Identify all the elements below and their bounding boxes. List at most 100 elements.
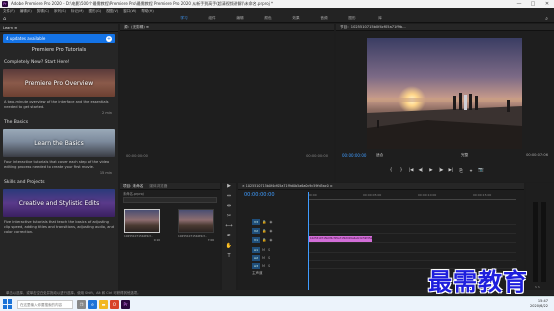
track-header-v2[interactable]: V2 🔒 ◉: [252, 227, 312, 234]
task-view-icon[interactable]: ❐: [77, 299, 86, 309]
extract-icon[interactable]: ⌖: [466, 168, 476, 174]
sequence-tab[interactable]: × 1025510715b0f4cf05a71f9d0b5a6a0c9c59fd…: [238, 183, 524, 190]
solo-icon[interactable]: S: [268, 248, 270, 252]
menu-view[interactable]: 视图(V): [106, 9, 118, 14]
track-lane[interactable]: [308, 227, 516, 234]
learn-panel-tab[interactable]: Learn ≡: [3, 26, 17, 30]
program-timecode[interactable]: 00:00:00:00: [342, 153, 366, 158]
premiere-taskbar-icon[interactable]: Pr: [121, 299, 130, 309]
menu-file[interactable]: 文件(F): [3, 9, 15, 14]
resolution-dropdown[interactable]: 完整: [461, 153, 468, 158]
solo-icon[interactable]: S: [268, 264, 270, 268]
track-label: V2: [252, 227, 260, 234]
track-header-v3[interactable]: V3 🔒 ◉: [252, 218, 312, 225]
zoom-fit-dropdown[interactable]: 适合: [376, 153, 383, 158]
time-ruler[interactable]: 00:00 00:00:05:00 00:00:10:00 00:00:15:0…: [308, 192, 516, 200]
taskbar-search-input[interactable]: 在这里输入你要搜索的内容: [17, 299, 73, 309]
search-icon[interactable]: ⌕: [545, 16, 548, 22]
menu-graphics[interactable]: 图形(G): [89, 9, 101, 14]
edge-browser-icon[interactable]: e: [88, 299, 97, 309]
project-tab[interactable]: 项目: 未命名: [123, 184, 143, 188]
minimize-button[interactable]: —: [512, 1, 526, 7]
slip-tool-icon[interactable]: ⟷: [222, 223, 236, 233]
project-clip[interactable]: 1025510715b0f4cf... 0:16: [124, 209, 160, 242]
track-lane[interactable]: [308, 254, 516, 261]
step-forward-icon[interactable]: |▶: [436, 168, 446, 174]
workspace-tab-libraries[interactable]: 库: [366, 16, 394, 21]
play-icon[interactable]: ▶: [426, 168, 436, 174]
eye-icon[interactable]: ◉: [269, 238, 272, 242]
workspace-tab-effects[interactable]: 效果: [282, 16, 310, 21]
go-to-in-icon[interactable]: |◀: [406, 168, 416, 174]
lock-icon[interactable]: 🔒: [262, 229, 266, 233]
mute-icon[interactable]: M: [262, 248, 265, 252]
plus-icon[interactable]: +: [106, 35, 112, 42]
maximize-button[interactable]: □: [526, 1, 540, 7]
hand-tool-icon[interactable]: ✋: [222, 243, 236, 253]
ruler-label: 00:00: [308, 193, 317, 197]
export-frame-icon[interactable]: 📷: [476, 168, 486, 174]
track-select-tool-icon[interactable]: ⇔: [222, 193, 236, 203]
menu-help[interactable]: 帮助(H): [141, 9, 153, 14]
track-header-a2[interactable]: A2 M S: [252, 254, 312, 261]
tutorial-card-creative-edits[interactable]: Creative and Stylistic Edits: [3, 189, 115, 217]
step-back-icon[interactable]: ◀|: [416, 168, 426, 174]
tutorial-card-basics[interactable]: Learn the Basics: [3, 129, 115, 157]
tutorial-duration: 15 min: [99, 171, 112, 175]
ruler-label: 00:00:10:00: [418, 193, 437, 197]
track-lane[interactable]: [308, 218, 516, 225]
pen-tool-icon[interactable]: ✒: [222, 233, 236, 243]
home-icon[interactable]: ⌂: [3, 16, 6, 22]
menu-sequence[interactable]: 序列(S): [54, 9, 66, 14]
menu-edit[interactable]: 编辑(E): [20, 9, 32, 14]
workspace-tab-graphics[interactable]: 图形: [338, 16, 366, 21]
solo-buttons[interactable]: S S: [535, 285, 540, 289]
workspace-tab-color[interactable]: 颜色: [254, 16, 282, 21]
file-explorer-icon[interactable]: ▬: [99, 299, 108, 309]
menu-markers[interactable]: 标记(M): [71, 9, 84, 14]
ripple-edit-tool-icon[interactable]: ⇹: [222, 203, 236, 213]
source-monitor-tab[interactable]: 源：(无剪辑) ≡: [120, 24, 334, 31]
track-lane[interactable]: [308, 246, 516, 253]
eye-icon[interactable]: ◉: [269, 229, 272, 233]
program-monitor-tab[interactable]: 节目：1025510715b0f4cf05a71f9b...: [336, 24, 554, 31]
lift-icon[interactable]: ⎘: [456, 168, 466, 174]
window-title: Adobe Premiere Pro 2020 - D:\电影\500个最需教程…: [11, 1, 274, 6]
workspace-tab-learning[interactable]: 学习: [170, 16, 198, 21]
menu-window[interactable]: 窗口(W): [123, 9, 136, 14]
mark-in-icon[interactable]: {: [386, 168, 396, 174]
type-tool-icon[interactable]: T: [222, 253, 236, 263]
windows-start-icon[interactable]: [3, 299, 13, 309]
project-clip[interactable]: 1025510715b0f4cf... 7:06: [178, 209, 214, 242]
lock-icon[interactable]: 🔒: [262, 238, 266, 242]
tutorials-title: Premiere Pro Tutorials: [31, 47, 87, 53]
playhead[interactable]: [308, 192, 309, 290]
section-title: Completely New? Start Here!: [4, 60, 70, 65]
workspace-tab-editing[interactable]: 编辑: [226, 16, 254, 21]
workspace-tab-audio[interactable]: 音频: [310, 16, 338, 21]
eye-icon[interactable]: ◉: [269, 220, 272, 224]
selection-tool-icon[interactable]: ▶: [222, 183, 236, 193]
mute-icon[interactable]: M: [262, 256, 265, 260]
lock-icon[interactable]: 🔒: [262, 220, 266, 224]
menu-clip[interactable]: 剪辑(C): [37, 9, 49, 14]
workspace-tab-assembly[interactable]: 组件: [198, 16, 226, 21]
taskbar-clock[interactable]: 15:47 2020/6/22: [530, 299, 548, 309]
go-to-out-icon[interactable]: ▶|: [446, 168, 456, 174]
timeline-timecode[interactable]: 00:00:00:00: [244, 192, 275, 198]
timeline-clip[interactable]: 1025510715b0f4cf05a71f9d0b5a6a0c9c59fd5a…: [308, 236, 372, 242]
office-icon[interactable]: O: [110, 299, 119, 309]
track-header-a1[interactable]: A1 M S: [252, 246, 312, 253]
close-button[interactable]: ✕: [540, 1, 554, 7]
track-header-a3[interactable]: A3 M S: [252, 262, 312, 269]
tutorial-card-overview[interactable]: Premiere Pro Overview: [3, 69, 115, 97]
solo-icon[interactable]: S: [268, 256, 270, 260]
updates-available-banner[interactable]: 4 updates available +: [3, 34, 115, 43]
transport-controls: { } |◀ ◀| ▶ |▶ ▶| ⎘ ⌖ 📷: [386, 168, 486, 174]
track-header-v1[interactable]: V1 🔒 ◉: [252, 236, 312, 243]
media-browser-tab[interactable]: 媒体浏览器: [149, 184, 167, 188]
project-search-input[interactable]: [123, 197, 217, 203]
mark-out-icon[interactable]: }: [396, 168, 406, 174]
mute-icon[interactable]: M: [262, 264, 265, 268]
razor-tool-icon[interactable]: ✂: [222, 213, 236, 223]
